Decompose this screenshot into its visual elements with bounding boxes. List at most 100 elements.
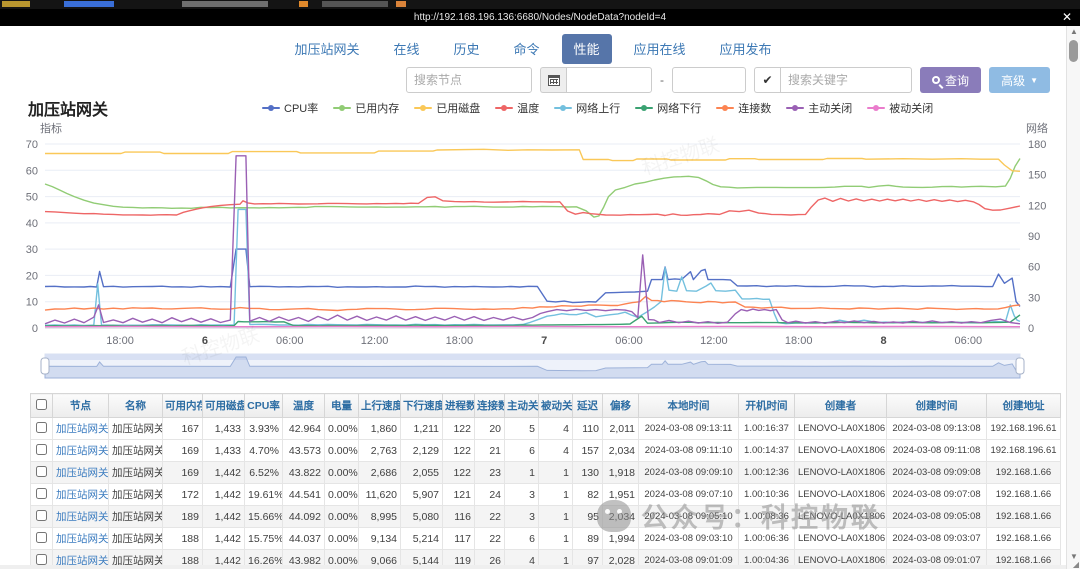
svg-text:30: 30 [26,244,38,256]
cell: 4 [539,418,573,440]
check-icon[interactable]: ✔ [754,67,780,93]
scroll-up-icon[interactable]: ▲ [1067,26,1080,38]
search-node-input[interactable] [406,67,532,93]
node-link[interactable]: 加压站网关 [56,533,109,545]
svg-text:指标: 指标 [40,121,62,135]
page-body: 加压站网关在线历史命令性能应用在线应用发布 - ✔ 查询 高级 ▼ [0,26,1066,569]
legend-item[interactable]: 连接数 [716,100,771,116]
cell: 116 [443,506,475,528]
legend-marker-icon [786,104,804,112]
cell: 2024-03-08 09:03:07 [887,528,987,550]
svg-text:网络: 网络 [1026,121,1048,135]
svg-text:90: 90 [1028,231,1040,243]
legend-item[interactable]: CPU率 [262,100,318,116]
cell: 2,763 [359,440,401,462]
cell: 0.00% [325,506,359,528]
cell: 1,860 [359,418,401,440]
cell: 1,442 [203,484,245,506]
cell: 2024-03-08 09:13:11 [639,418,739,440]
cell: 24 [475,484,505,506]
row-checkbox[interactable] [36,422,47,433]
tab-7[interactable]: 应用发布 [708,34,784,64]
svg-text:06:00: 06:00 [276,335,304,347]
col-header: 名称 [109,394,163,418]
cell: 188 [163,528,203,550]
tab-1[interactable]: 加压站网关 [282,34,371,64]
cell: 122 [443,440,475,462]
vertical-scrollbar[interactable]: ▲ ▼ ◢ [1066,26,1080,569]
col-header: 创建地址 [987,394,1061,418]
cell: 1.00:16:37 [739,418,795,440]
date-from-input[interactable] [566,67,652,93]
cell: 122 [443,418,475,440]
tab-6[interactable]: 应用在线 [622,34,698,64]
cell: 加压站网关 [109,528,163,550]
tab-5[interactable]: 性能 [562,34,612,64]
col-header: 偏移 [603,394,639,418]
legend-item[interactable]: 被动关闭 [867,100,933,116]
close-icon[interactable]: ✕ [1062,10,1072,24]
node-link[interactable]: 加压站网关 [56,511,109,523]
row-checkbox[interactable] [36,466,47,477]
keyword-group: ✔ [754,67,912,93]
cell: 1,433 [203,418,245,440]
advanced-button[interactable]: 高级 ▼ [989,67,1050,93]
cell: 加压站网关 [109,440,163,462]
performance-chart[interactable]: 0102030405060700306090120150180指标网络18:00… [0,120,1062,384]
legend-item[interactable]: 温度 [495,100,539,116]
cell: 5,080 [401,506,443,528]
cell: 2024-03-08 09:11:08 [887,440,987,462]
node-data-table: 节点名称可用内存可用磁盘CPU率温度电量上行速度下行速度进程数连接数主动关闭被动… [30,393,1061,569]
cell: 110 [573,418,603,440]
node-link[interactable]: 加压站网关 [56,489,109,501]
row-checkbox[interactable] [36,488,47,499]
row-checkbox[interactable] [36,444,47,455]
cell: 0.00% [325,418,359,440]
svg-text:18:00: 18:00 [446,335,474,347]
legend-item[interactable]: 网络下行 [635,100,701,116]
svg-text:70: 70 [26,139,38,151]
cell: 0.00% [325,528,359,550]
cell: 122 [443,462,475,484]
cell: LENOVO-LA0X1806 [795,528,887,550]
nav-tabs: 加压站网关在线历史命令性能应用在线应用发布 [0,26,1066,64]
col-header: 下行速度 [401,394,443,418]
cell: 22 [475,506,505,528]
cell: 1,994 [603,528,639,550]
row-checkbox[interactable] [36,554,47,565]
tab-4[interactable]: 命令 [501,34,551,64]
legend-item[interactable]: 主动关闭 [786,100,852,116]
row-checkbox[interactable] [36,532,47,543]
search-keyword-input[interactable] [780,67,912,93]
cell: 1.00:10:36 [739,484,795,506]
page-title: 加压站网关 [28,96,108,120]
cell: 1 [539,462,573,484]
tab-3[interactable]: 历史 [441,34,491,64]
legend-marker-icon [495,104,513,112]
node-link[interactable]: 加压站网关 [56,445,109,457]
legend-item[interactable]: 网络上行 [554,100,620,116]
tab-2[interactable]: 在线 [381,34,431,64]
svg-text:180: 180 [1028,139,1046,151]
svg-text:40: 40 [26,218,38,230]
legend-item[interactable]: 已用磁盘 [414,100,480,116]
cell: 加压站网关 [109,462,163,484]
node-link[interactable]: 加压站网关 [56,423,109,435]
scrollbar-thumb[interactable] [1069,40,1078,62]
row-checkbox[interactable] [36,510,47,521]
cell: 192.168.1.66 [987,484,1061,506]
svg-text:06:00: 06:00 [955,335,983,347]
calendar-icon[interactable] [540,67,566,93]
legend-item[interactable]: 已用内存 [333,100,399,116]
cell: 1,442 [203,528,245,550]
date-to-input[interactable] [672,67,746,93]
node-link[interactable]: 加压站网关 [56,467,109,479]
svg-text:0: 0 [32,323,38,335]
select-all-checkbox[interactable] [36,399,47,410]
table-row: 加压站网关加压站网关1691,4426.52%43.8220.00%2,6862… [31,462,1061,484]
svg-text:12:00: 12:00 [361,335,389,347]
query-button[interactable]: 查询 [920,67,981,93]
table-row: 加压站网关加压站网关1721,44219.61%44.5410.00%11,62… [31,484,1061,506]
cell: 2024-03-08 09:11:10 [639,440,739,462]
cell: 5,214 [401,528,443,550]
